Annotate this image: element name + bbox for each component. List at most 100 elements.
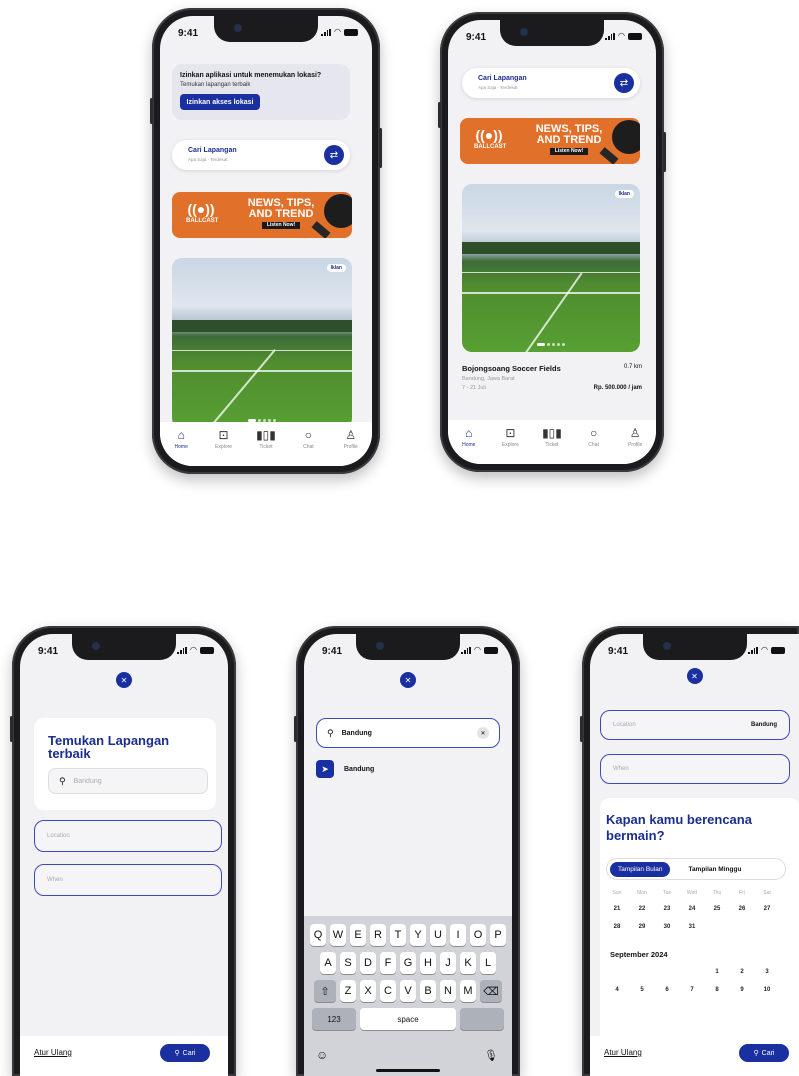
calendar-week[interactable]: 28 29 30 31: [606, 924, 778, 930]
key-y[interactable]: Y: [410, 924, 426, 946]
filter-button[interactable]: ⇄: [324, 145, 344, 165]
calendar-day[interactable]: [681, 969, 703, 975]
calendar-day[interactable]: 25: [706, 906, 728, 912]
calendar-day[interactable]: [631, 969, 653, 975]
calendar-day[interactable]: 22: [631, 906, 653, 912]
tab-ticket[interactable]: ▮▯▮ Ticket: [249, 428, 283, 466]
key-f[interactable]: F: [380, 952, 396, 974]
close-button[interactable]: ✕: [686, 668, 703, 684]
calendar-day[interactable]: 9: [731, 987, 753, 993]
key-t[interactable]: T: [390, 924, 406, 946]
search-field-card[interactable]: Cari Lapangan Apa Saja · Terdekat ⇄: [462, 68, 640, 98]
close-button[interactable]: ✕: [116, 672, 132, 688]
tab-explore[interactable]: ⊡ Explore: [207, 428, 241, 466]
key-q[interactable]: Q: [310, 924, 326, 946]
calendar-day[interactable]: 6: [656, 987, 678, 993]
calendar-day[interactable]: 3: [756, 969, 778, 975]
key-v[interactable]: V: [400, 980, 416, 1002]
tab-week-view[interactable]: Tampilan Minggu: [688, 866, 741, 873]
key-c[interactable]: C: [380, 980, 396, 1002]
tab-home[interactable]: ⌂ Home: [452, 426, 486, 464]
calendar-day[interactable]: 8: [706, 987, 728, 993]
key-u[interactable]: U: [430, 924, 446, 946]
calendar-week[interactable]: 123: [606, 969, 778, 975]
key-z[interactable]: Z: [340, 980, 356, 1002]
venue-name[interactable]: Bojongsoang Soccer Fields: [462, 364, 561, 373]
ballcast-banner[interactable]: ((●)) BALLCAST NEWS, TIPS, AND TREND List…: [172, 192, 352, 238]
key-a[interactable]: A: [320, 952, 336, 974]
reset-link[interactable]: Atur Ulang: [34, 1048, 72, 1057]
calendar-day[interactable]: [606, 969, 628, 975]
key-i[interactable]: I: [450, 924, 466, 946]
key-n[interactable]: N: [440, 980, 456, 1002]
tab-ticket[interactable]: ▮▯▮ Ticket: [535, 426, 569, 464]
emoji-icon[interactable]: ☺: [316, 1048, 328, 1062]
tab-month-view[interactable]: Tampilan Bulan: [610, 861, 671, 877]
tab-explore[interactable]: ⊡ Explore: [493, 426, 527, 464]
search-input[interactable]: ⚲ Bandung: [48, 768, 208, 794]
key-e[interactable]: E: [350, 924, 366, 946]
key-b[interactable]: B: [420, 980, 436, 1002]
calendar-week[interactable]: 4 5 6 7 8 9 10: [606, 987, 778, 993]
calendar-day[interactable]: 10: [756, 987, 778, 993]
field-photo[interactable]: Iklan: [172, 258, 352, 428]
calendar-day[interactable]: 1: [706, 969, 728, 975]
calendar-day[interactable]: 31: [681, 924, 703, 930]
key-g[interactable]: G: [400, 952, 416, 974]
key-o[interactable]: O: [470, 924, 486, 946]
tab-chat[interactable]: ○ Chat: [291, 428, 325, 466]
key-x[interactable]: X: [360, 980, 376, 1002]
tab-chat[interactable]: ○ Chat: [577, 426, 611, 464]
key-d[interactable]: D: [360, 952, 376, 974]
space-key[interactable]: space: [360, 1008, 456, 1030]
calendar-day[interactable]: 7: [681, 987, 703, 993]
clear-icon[interactable]: ✕: [477, 727, 489, 739]
calendar-day[interactable]: 2: [731, 969, 753, 975]
carousel-dots[interactable]: [537, 343, 565, 346]
close-button[interactable]: ✕: [400, 672, 416, 688]
tab-profile[interactable]: ♙ Profile: [334, 428, 368, 466]
calendar-day[interactable]: 30: [656, 924, 678, 930]
when-field[interactable]: When: [34, 864, 222, 896]
backspace-key[interactable]: ⌫: [480, 980, 502, 1002]
reset-link[interactable]: Atur Ulang: [604, 1048, 642, 1057]
calendar-day[interactable]: 24: [681, 906, 703, 912]
calendar-day[interactable]: 4: [606, 987, 628, 993]
calendar-week[interactable]: 21 22 23 24 25 26 27: [606, 906, 778, 912]
key-h[interactable]: H: [420, 952, 436, 974]
search-input[interactable]: ⚲ Bandung ✕: [316, 718, 500, 748]
key-l[interactable]: L: [480, 952, 496, 974]
microphone-icon[interactable]: 🎙: [484, 1049, 498, 1062]
key-m[interactable]: M: [460, 980, 476, 1002]
calendar-day[interactable]: 26: [731, 906, 753, 912]
ballcast-banner[interactable]: ((●)) BALLCAST NEWS, TIPS, AND TREND List…: [460, 118, 640, 164]
key-w[interactable]: W: [330, 924, 346, 946]
search-result-item[interactable]: ➤ Bandung: [316, 760, 374, 778]
tab-home[interactable]: ⌂ Home: [164, 428, 198, 466]
calendar-day[interactable]: 27: [756, 906, 778, 912]
search-field-card[interactable]: Cari Lapangan Apa Saja · Terdekat ⇄: [172, 140, 350, 170]
location-field[interactable]: Location Bandung: [600, 710, 790, 740]
calendar-day[interactable]: [756, 924, 778, 930]
calendar-day[interactable]: 28: [606, 924, 628, 930]
filter-button[interactable]: ⇄: [614, 73, 634, 93]
numbers-key[interactable]: 123: [312, 1008, 356, 1030]
location-field[interactable]: Location: [34, 820, 222, 852]
key-r[interactable]: R: [370, 924, 386, 946]
when-field[interactable]: When: [600, 754, 790, 784]
search-button[interactable]: ⚲ Cari: [160, 1044, 210, 1062]
calendar-day[interactable]: [731, 924, 753, 930]
calendar-day[interactable]: 23: [656, 906, 678, 912]
calendar-day[interactable]: [656, 969, 678, 975]
search-button[interactable]: ⚲ Cari: [739, 1044, 789, 1062]
key-k[interactable]: K: [460, 952, 476, 974]
shift-key[interactable]: ⇧: [314, 980, 336, 1002]
key-p[interactable]: P: [490, 924, 506, 946]
calendar-day[interactable]: 29: [631, 924, 653, 930]
tab-profile[interactable]: ♙ Profile: [618, 426, 652, 464]
return-key[interactable]: [460, 1008, 504, 1030]
key-j[interactable]: J: [440, 952, 456, 974]
allow-location-button[interactable]: Izinkan akses lokasi: [180, 94, 260, 110]
key-s[interactable]: S: [340, 952, 356, 974]
calendar-day[interactable]: [706, 924, 728, 930]
